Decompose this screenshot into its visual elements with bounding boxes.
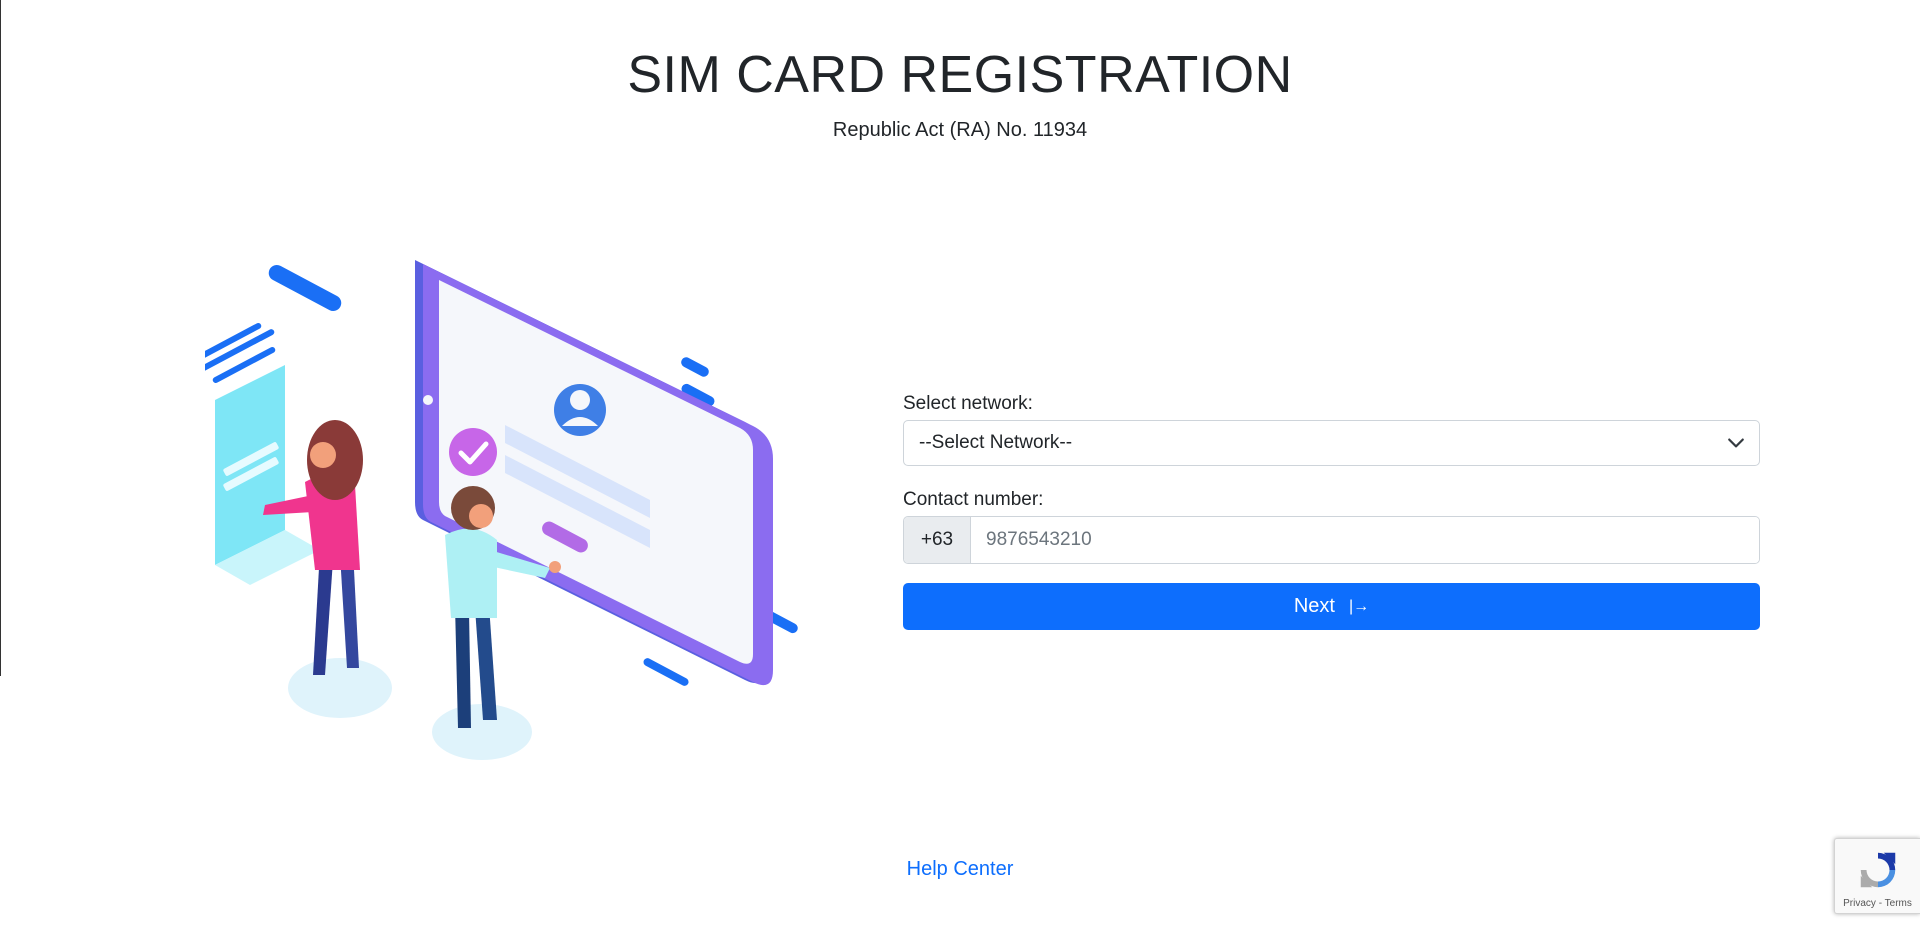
network-select-value: --Select Network-- (919, 432, 1073, 453)
next-button-label: Next (1293, 595, 1335, 617)
help-center-link[interactable]: Help Center (890, 858, 1030, 881)
registration-form: Select network: --Select Network-- Conta… (903, 392, 1760, 630)
contact-input-group: +63 (903, 516, 1760, 564)
next-button[interactable]: Next |→ (903, 583, 1760, 630)
contact-number-input[interactable] (971, 517, 1759, 563)
registration-illustration (205, 260, 798, 760)
recaptcha-separator: - (1875, 898, 1885, 909)
network-label: Select network: (903, 393, 1033, 414)
country-code-prefix: +63 (904, 517, 971, 563)
page-subtitle: Republic Act (RA) No. 11934 (832, 119, 1088, 141)
recaptcha-terms-link[interactable]: Terms (1885, 898, 1912, 909)
page-header: SIM CARD REGISTRATION Republic Act (RA) … (0, 44, 1920, 142)
contact-label: Contact number: (903, 489, 1044, 510)
recaptcha-badge[interactable]: Privacy - Terms (1834, 838, 1920, 914)
recaptcha-logo-icon (1860, 852, 1896, 888)
recaptcha-privacy-link[interactable]: Privacy (1843, 898, 1876, 909)
recaptcha-links: Privacy - Terms (1835, 898, 1920, 909)
page-title: SIM CARD REGISTRATION (627, 46, 1293, 104)
kiosk (215, 365, 320, 585)
network-select[interactable]: --Select Network-- (903, 420, 1760, 466)
chevron-down-icon (1728, 438, 1744, 448)
sign-in-arrow-icon: |→ (1348, 597, 1370, 615)
